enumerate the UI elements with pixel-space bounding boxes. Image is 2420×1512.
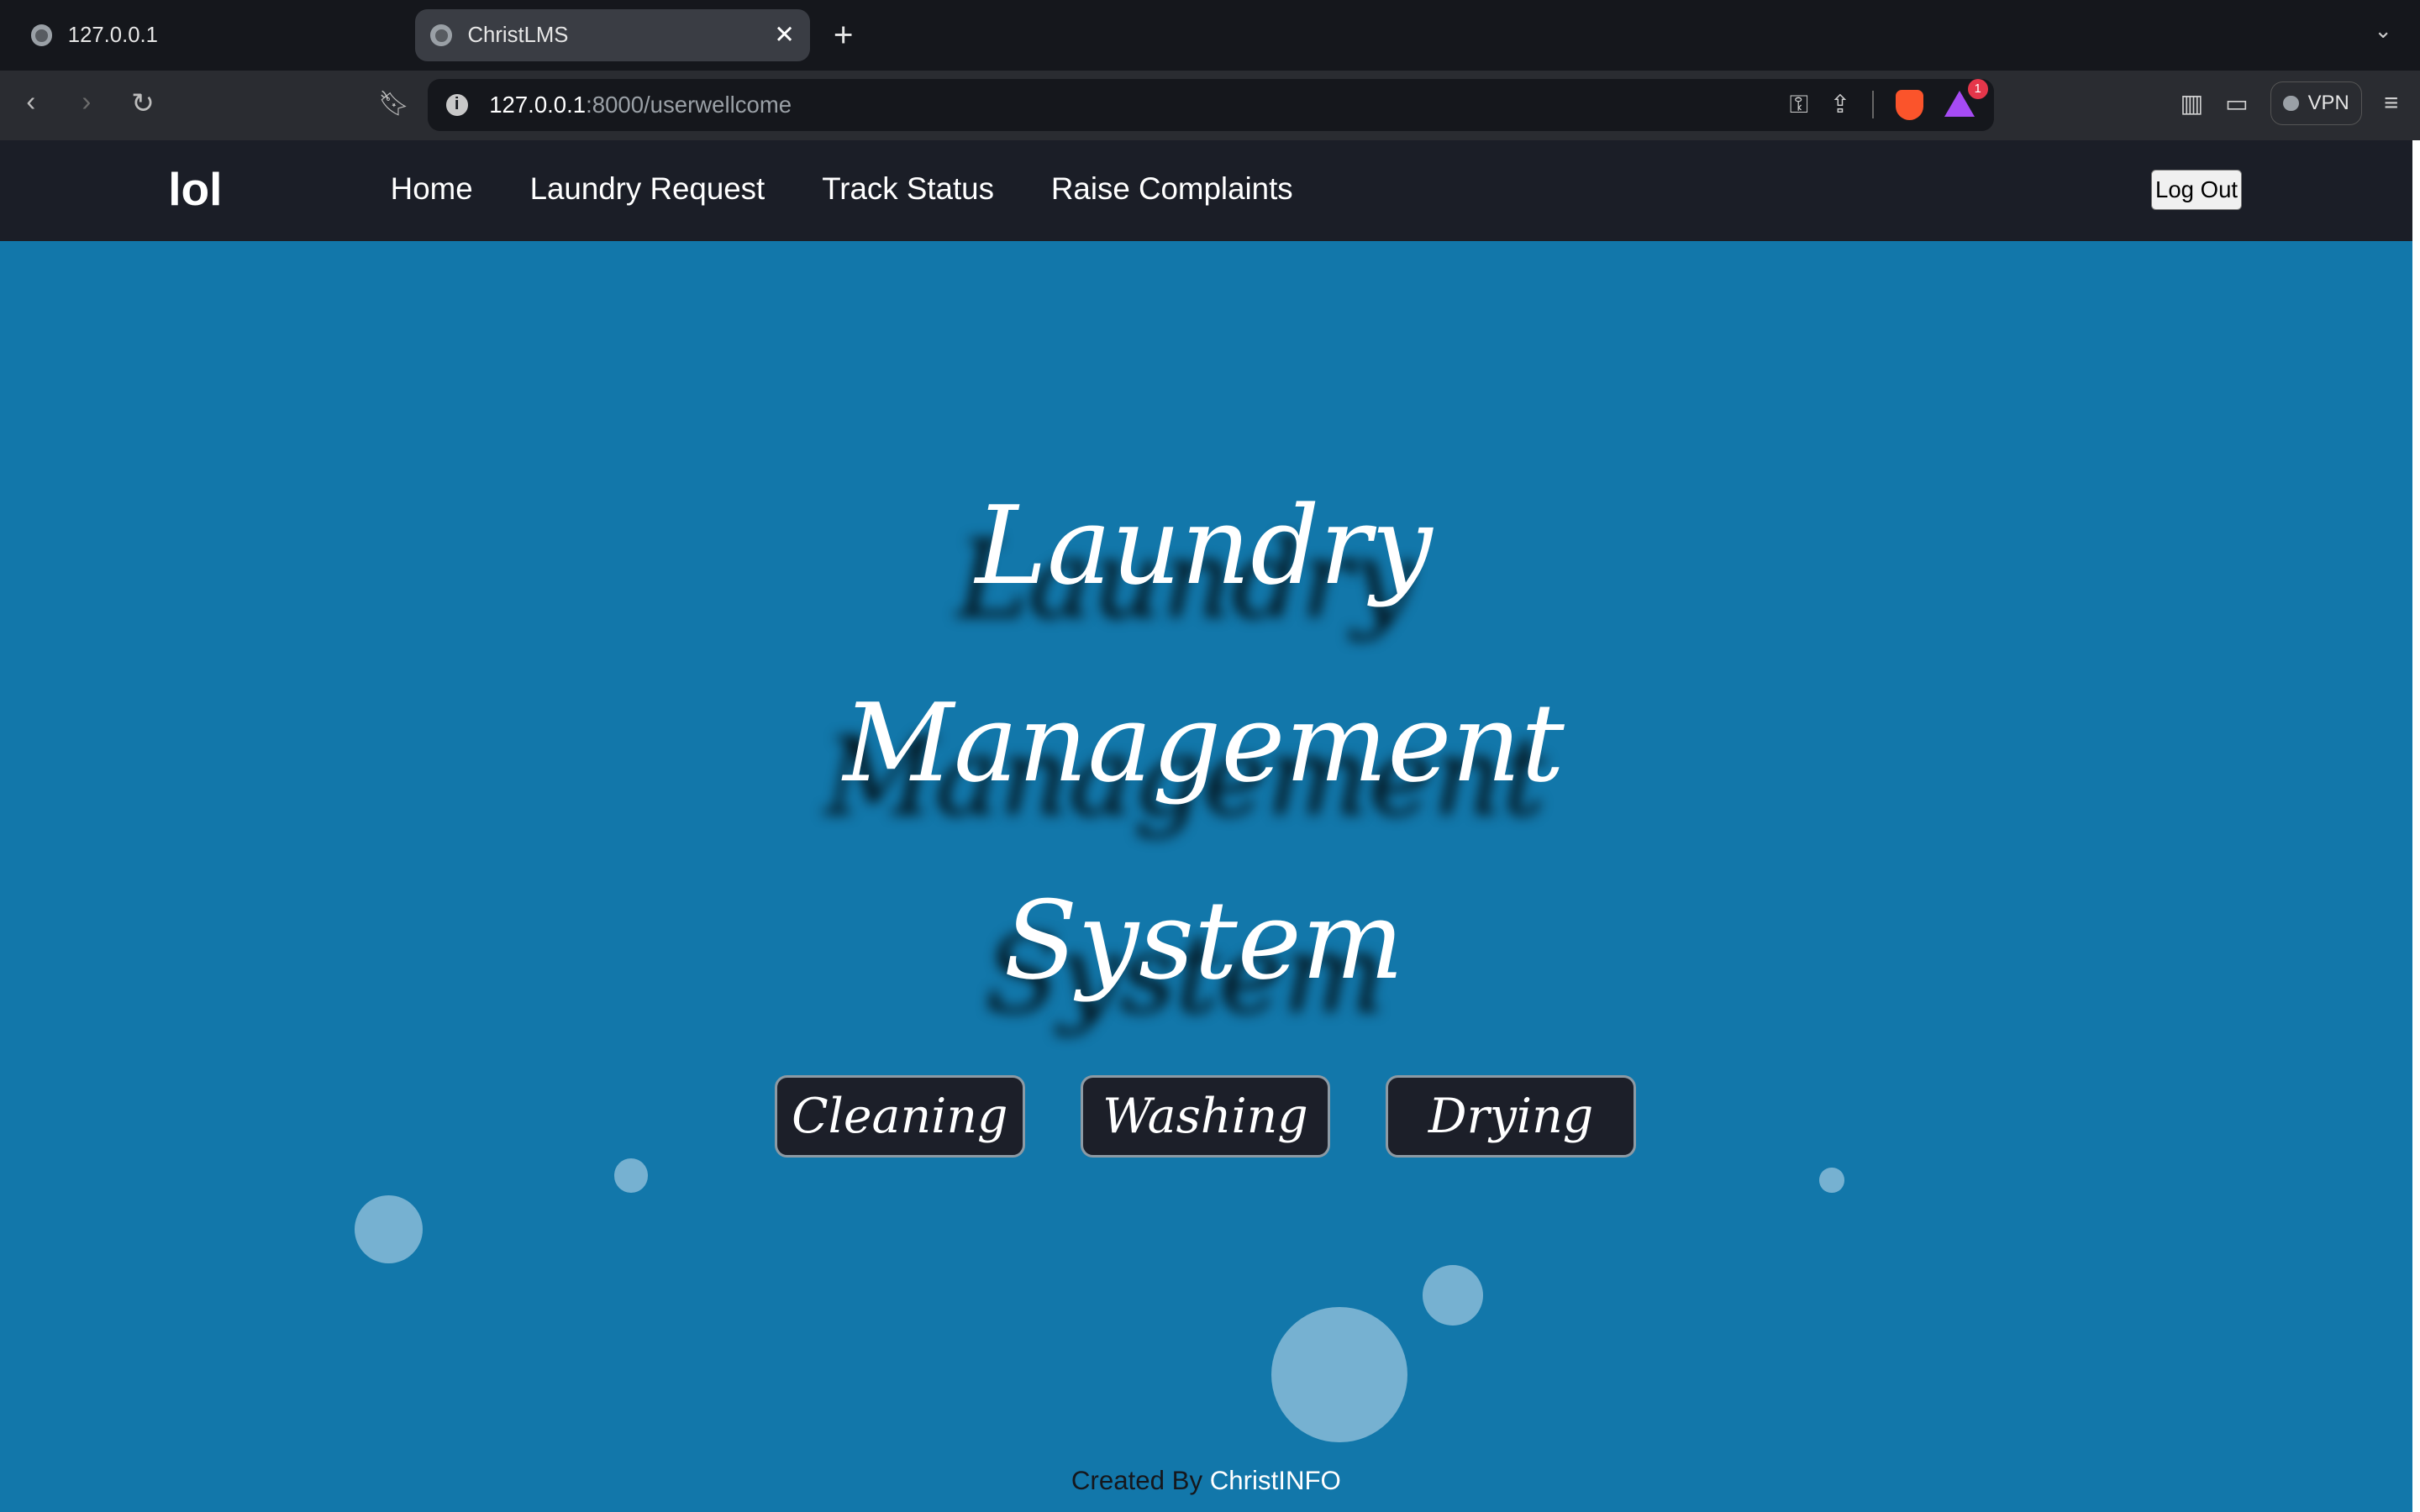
new-tab-button[interactable]: + [834,15,854,55]
wallet-icon[interactable]: ▭ [2225,89,2249,118]
decorative-bubble [355,1195,424,1264]
vpn-status-icon [2283,95,2299,112]
url-host: 127.0.0.1 [489,91,587,118]
brave-rewards-icon[interactable]: 1 [1944,78,1988,118]
menu-icon[interactable]: ≡ [2384,89,2398,118]
nav-links: Home Laundry Request Track Status Raise … [391,171,1293,207]
vpn-button[interactable]: VPN [2270,81,2363,125]
decorative-bubble [1819,1168,1844,1193]
decorative-bubble [1271,1306,1408,1443]
browser-tab-active[interactable]: ChristLMS ✕ [415,9,811,62]
vpn-label: VPN [2307,92,2349,115]
washing-button[interactable]: Washing [1080,1075,1331,1158]
address-bar[interactable]: i 127.0.0.1:8000/userwellcome ⚿ ⇪ 1 [427,78,1995,132]
site-info-icon[interactable]: i [445,94,468,116]
globe-icon [430,24,453,47]
key-icon[interactable]: ⚿ [1790,91,1808,119]
nav-link-laundry-request[interactable]: Laundry Request [530,171,765,207]
globe-icon [30,24,53,47]
hero-title-line: Management [843,680,1565,806]
logout-button[interactable]: Log Out [2151,170,2242,210]
browser-toolbar: ‹ › ↻ 🔖︎ i 127.0.0.1:8000/userwellcome ⚿… [0,71,2420,141]
tab-title: ChristLMS [467,23,569,47]
bookmark-icon[interactable]: 🔖︎ [378,90,409,118]
hero-title: Laundry Management System [587,448,1821,1040]
decorative-bubble [1423,1265,1484,1326]
browser-tab-strip: 127.0.0.1 ChristLMS ✕ + ⌄ [0,0,2420,71]
nav-link-raise-complaints[interactable]: Raise Complaints [1051,171,1293,207]
hero-title-line: Laundry [975,483,1433,609]
drying-button[interactable]: Drying [1386,1075,1636,1158]
service-buttons: Cleaning Washing Drying [775,1075,1636,1158]
nav-link-home[interactable]: Home [391,171,473,207]
footer-prefix: Created By [1071,1465,1203,1495]
close-tab-icon[interactable]: ✕ [774,20,795,50]
notification-badge: 1 [1967,78,1988,99]
share-icon[interactable]: ⇪ [1830,90,1851,119]
tab-title: 127.0.0.1 [67,23,158,47]
url-path: :8000/userwellcome [586,91,792,118]
page-scrollbar[interactable] [2412,140,2420,1512]
forward-icon[interactable]: › [82,87,91,118]
hero-title-line: System [1003,878,1404,1004]
nav-link-track-status[interactable]: Track Status [822,171,994,207]
sidebar-toggle-icon[interactable]: ▥ [2181,89,2204,118]
cleaning-button[interactable]: Cleaning [775,1075,1025,1158]
browser-tab[interactable]: 127.0.0.1 [15,9,401,61]
site-logo[interactable]: lol [168,162,222,216]
footer: Created By ChristINFO [0,1466,2412,1496]
site-navbar: lol Home Laundry Request Track Status Ra… [0,140,2412,241]
divider [1871,91,1874,119]
decorative-bubble [614,1158,649,1193]
footer-brand: ChristINFO [1209,1465,1341,1495]
back-icon[interactable]: ‹ [26,87,35,118]
tab-list-chevron-icon[interactable]: ⌄ [2374,18,2392,44]
brave-shields-icon[interactable] [1895,89,1923,121]
reload-icon[interactable]: ↻ [131,87,155,120]
